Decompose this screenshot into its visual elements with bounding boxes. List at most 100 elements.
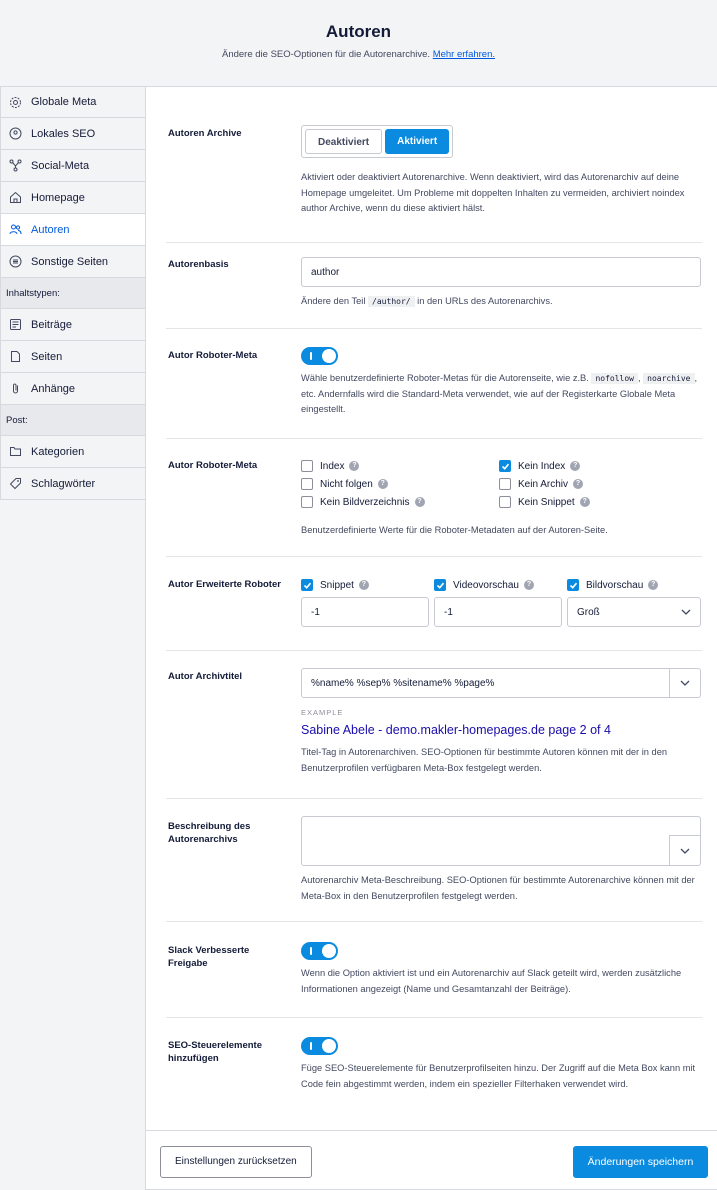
- reset-settings-button[interactable]: Einstellungen zurücksetzen: [160, 1146, 312, 1178]
- checkbox-noarchive[interactable]: Kein Archiv?: [499, 475, 590, 493]
- checkbox-image-preview[interactable]: Bildvorschau?: [567, 576, 701, 594]
- checkbox-box[interactable]: [301, 478, 313, 490]
- location-pin-icon: [9, 127, 22, 140]
- sidebar-item-label: Globale Meta: [31, 96, 97, 108]
- checkbox-nosnippet[interactable]: Kein Snippet?: [499, 493, 590, 511]
- sidebar-item-authors[interactable]: Autoren: [0, 214, 146, 246]
- desc-text: Wähle benutzerdefinierte Roboter-Metas f…: [301, 373, 589, 383]
- sidebar-item-attachments[interactable]: Anhänge: [0, 373, 146, 405]
- share-network-icon: [9, 159, 22, 172]
- help-icon[interactable]: ?: [579, 497, 590, 507]
- help-icon[interactable]: ?: [377, 479, 388, 489]
- checkbox-box-checked[interactable]: [499, 460, 511, 472]
- input-value: %name% %sep% %sitename% %page%: [311, 677, 495, 689]
- image-preview-select[interactable]: Groß: [567, 597, 701, 627]
- setting-label: Slack Verbesserte Freigabe: [168, 944, 249, 970]
- setting-advanced-robots: Autor Erweiterte Roboter Snippet? -1 Vid…: [166, 557, 702, 651]
- sidebar-item-label: Seiten: [31, 350, 63, 363]
- checkbox-label: Nicht folgen: [320, 478, 373, 490]
- setting-description-field: Beschreibung des Autorenarchivs Autorena…: [166, 799, 702, 922]
- author-base-input[interactable]: author: [301, 257, 701, 287]
- sidebar-item-label: Social-Meta: [31, 159, 90, 172]
- description-textarea[interactable]: [301, 816, 701, 866]
- help-icon[interactable]: ?: [523, 580, 534, 590]
- setting-description: Titel-Tag in Autorenarchiven. SEO-Option…: [301, 747, 668, 773]
- help-icon[interactable]: ?: [349, 461, 360, 471]
- checkbox-snippet[interactable]: Snippet?: [301, 576, 429, 594]
- label-line: hinzufügen: [168, 1053, 219, 1064]
- checkbox-box-checked[interactable]: [301, 579, 313, 591]
- checkbox-box[interactable]: [301, 460, 313, 472]
- save-changes-button[interactable]: Änderungen speichern: [573, 1146, 708, 1178]
- archive-toggle-group: Deaktiviert Aktiviert: [301, 125, 454, 158]
- setting-archive: Autoren Archive Deaktiviert Aktiviert Ak…: [166, 87, 702, 243]
- sidebar-item-global-meta[interactable]: Globale Meta: [0, 86, 146, 118]
- chevron-down-icon[interactable]: [669, 669, 700, 697]
- slack-toggle[interactable]: [301, 942, 338, 960]
- setting-robots-meta: Autor Roboter-Meta Wähle benutzerdefinie…: [166, 329, 702, 439]
- desc-code: noarchive: [643, 373, 695, 384]
- checkbox-box-checked[interactable]: [434, 579, 446, 591]
- checkbox-noindex[interactable]: Kein Index?: [499, 457, 590, 475]
- sidebar-item-social-meta[interactable]: Social-Meta: [0, 150, 146, 182]
- checkbox-box[interactable]: [499, 496, 511, 508]
- checkbox-box-checked[interactable]: [567, 579, 579, 591]
- help-icon[interactable]: ?: [358, 580, 369, 590]
- help-icon[interactable]: ?: [414, 497, 425, 507]
- select-value: Groß: [577, 606, 600, 618]
- seo-controls-toggle[interactable]: [301, 1037, 338, 1055]
- archive-title-input[interactable]: %name% %sep% %sitename% %page%: [301, 668, 701, 698]
- learn-more-link[interactable]: Mehr erfahren.: [433, 49, 495, 60]
- paperclip-icon: [9, 382, 22, 395]
- page-subtitle: Ändere die SEO-Optionen für die Autorena…: [0, 49, 717, 60]
- activate-button[interactable]: Aktiviert: [385, 129, 450, 154]
- sidebar-item-pages[interactable]: Seiten: [0, 341, 146, 373]
- checkbox-noimageindex[interactable]: Kein Bildverzeichnis?: [301, 493, 499, 511]
- checkbox-label: Kein Index: [518, 460, 566, 472]
- chevron-down-icon: [681, 609, 691, 615]
- setting-label: Autorenbasis: [168, 259, 229, 270]
- page-title: Autoren: [325, 22, 392, 41]
- setting-author-base: Autorenbasis author Ändere den Teil /aut…: [166, 243, 702, 329]
- sidebar-item-label: Beiträge: [31, 318, 72, 331]
- help-icon[interactable]: ?: [648, 580, 659, 590]
- desc-code: /author/: [368, 296, 415, 307]
- users-icon: [9, 223, 22, 236]
- sidebar-item-other-pages[interactable]: Sonstige Seiten: [0, 246, 146, 278]
- checkbox-video-preview[interactable]: Videovorschau?: [434, 576, 562, 594]
- checkbox-box[interactable]: [301, 496, 313, 508]
- checkbox-label: Kein Bildverzeichnis: [320, 496, 410, 508]
- sidebar-item-tags[interactable]: Schlagwörter: [0, 468, 146, 500]
- setting-label: Autor Roboter-Meta: [168, 350, 258, 361]
- help-icon[interactable]: ?: [573, 479, 584, 489]
- checkbox-index[interactable]: Index?: [301, 457, 499, 475]
- tag-icon: [9, 477, 22, 490]
- deactivate-button[interactable]: Deaktiviert: [305, 129, 383, 154]
- checkbox-nofollow[interactable]: Nicht folgen?: [301, 475, 499, 493]
- setting-label: SEO-Steuerelemente hinzufügen: [168, 1039, 262, 1065]
- sidebar-item-categories[interactable]: Kategorien: [0, 436, 146, 468]
- sidebar: Globale Meta Lokales SEO Social-Meta Hom…: [0, 86, 146, 500]
- checkbox-box[interactable]: [499, 478, 511, 490]
- label-line: Autorenarchivs: [168, 834, 238, 845]
- page-header: Autoren Ändere die SEO-Optionen für die …: [0, 0, 717, 86]
- checkbox-label: Videovorschau: [453, 579, 519, 591]
- subtitle-text: Ändere die SEO-Optionen für die Autorena…: [221, 49, 431, 60]
- sidebar-section-post: Post:: [0, 405, 146, 436]
- desc-text: Ändere den Teil: [301, 296, 366, 306]
- snippet-length-input[interactable]: -1: [301, 597, 429, 627]
- chevron-down-icon[interactable]: [669, 835, 700, 865]
- sidebar-section-content-types: Inhaltstypen:: [0, 278, 146, 309]
- example-title: Sabine Abele - demo.makler-homepages.de …: [301, 723, 611, 737]
- sidebar-item-local-seo[interactable]: Lokales SEO: [0, 118, 146, 150]
- desc-text: in den URLs des Autorenarchivs.: [417, 296, 553, 306]
- setting-description: Autorenarchiv Meta-Beschreibung. SEO-Opt…: [301, 875, 695, 901]
- sidebar-item-homepage[interactable]: Homepage: [0, 182, 146, 214]
- robots-meta-toggle[interactable]: [301, 347, 338, 365]
- sidebar-item-posts[interactable]: Beiträge: [0, 309, 146, 341]
- help-icon[interactable]: ?: [570, 461, 581, 471]
- setting-slack: Slack Verbesserte Freigabe Wenn die Opti…: [166, 922, 702, 1018]
- setting-description: Benutzerdefinierte Werte für die Roboter…: [301, 525, 608, 535]
- video-preview-input[interactable]: -1: [434, 597, 562, 627]
- setting-description: Ändere den Teil /author/ in den URLs des…: [301, 294, 701, 310]
